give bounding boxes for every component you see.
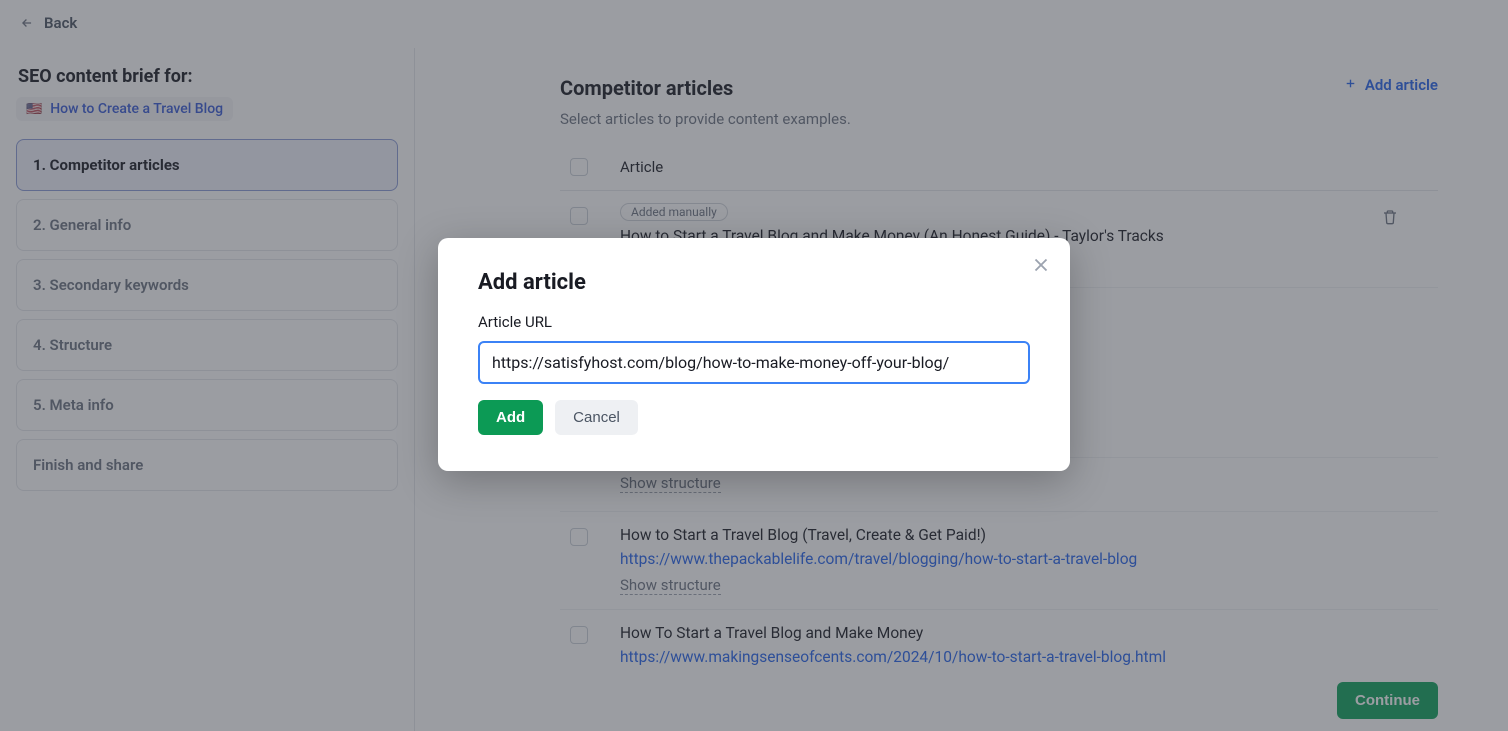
- modal-overlay[interactable]: Add article Article URL Add Cancel: [0, 0, 1508, 731]
- modal-title: Add article: [478, 270, 1030, 295]
- close-button[interactable]: [1030, 254, 1052, 276]
- add-button[interactable]: Add: [478, 400, 543, 435]
- add-article-modal: Add article Article URL Add Cancel: [438, 238, 1070, 471]
- article-url-label: Article URL: [478, 313, 1030, 331]
- article-url-input[interactable]: [478, 341, 1030, 384]
- cancel-button[interactable]: Cancel: [555, 400, 638, 435]
- modal-actions: Add Cancel: [478, 400, 1030, 435]
